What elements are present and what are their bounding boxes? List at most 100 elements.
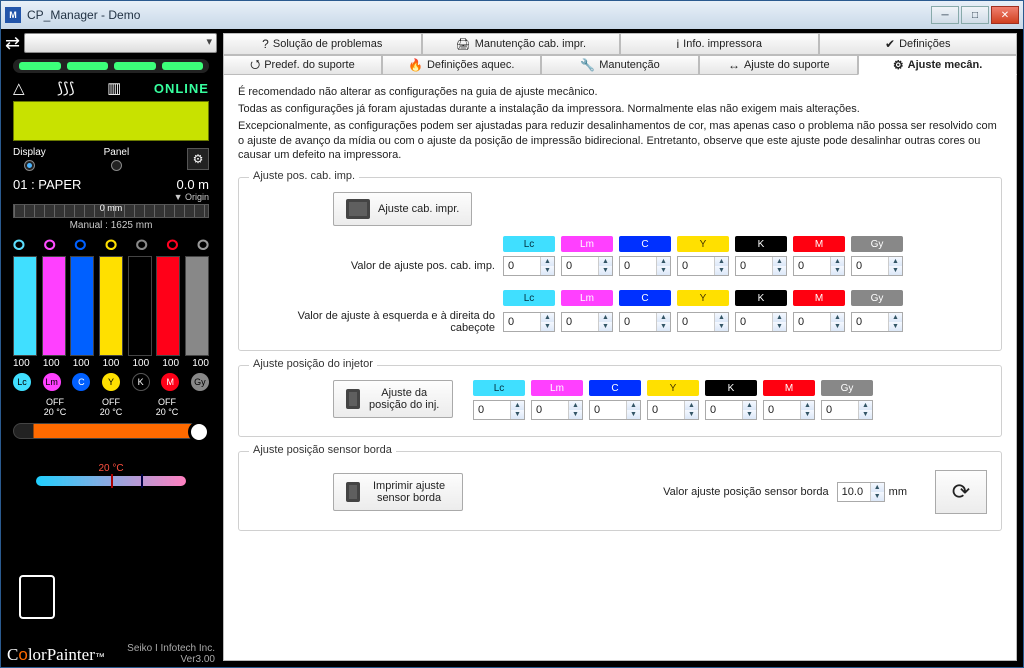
spin-down-icon[interactable]: ▼ bbox=[541, 266, 554, 275]
spin-up-icon[interactable]: ▲ bbox=[743, 401, 756, 410]
value-spinner[interactable]: 0▲▼ bbox=[735, 312, 787, 332]
minimize-button[interactable]: ─ bbox=[931, 6, 959, 24]
spin-down-icon[interactable]: ▼ bbox=[541, 322, 554, 331]
spin-down-icon[interactable]: ▼ bbox=[831, 266, 844, 275]
value-spinner[interactable]: 0▲▼ bbox=[677, 256, 729, 276]
spin-up-icon[interactable]: ▲ bbox=[831, 257, 844, 266]
printer-select[interactable] bbox=[24, 33, 217, 53]
sensor-value-spinner[interactable]: 10.0 ▲▼ bbox=[837, 482, 885, 502]
value-spinner[interactable]: 0▲▼ bbox=[851, 256, 903, 276]
display-radio[interactable] bbox=[24, 160, 35, 171]
tab-settings[interactable]: ✔Definições bbox=[819, 33, 1018, 55]
position-ruler[interactable]: 0 mm bbox=[13, 204, 209, 218]
spin-up-icon[interactable]: ▲ bbox=[715, 313, 728, 322]
subtab-media-preset[interactable]: ⭯Predef. do suporte bbox=[223, 55, 382, 75]
spinner-value: 0 bbox=[822, 401, 858, 419]
thermo-knob[interactable] bbox=[188, 421, 210, 443]
drop-icon: 🞇 bbox=[166, 237, 178, 254]
spin-up-icon[interactable]: ▲ bbox=[801, 401, 814, 410]
value-spinner[interactable]: 0▲▼ bbox=[561, 312, 613, 332]
tab-head-maintenance[interactable]: 🖨Manutenção cab. impr. bbox=[422, 33, 621, 55]
spin-down-icon[interactable]: ▼ bbox=[715, 266, 728, 275]
spin-up-icon[interactable]: ▲ bbox=[773, 313, 786, 322]
value-spinner[interactable]: 0▲▼ bbox=[793, 312, 845, 332]
close-button[interactable]: ✕ bbox=[991, 6, 1019, 24]
value-spinner[interactable]: 0▲▼ bbox=[503, 256, 555, 276]
spin-up-icon[interactable]: ▲ bbox=[831, 313, 844, 322]
arrows-icon: ↔ bbox=[728, 58, 740, 72]
window-title: CP_Manager - Demo bbox=[27, 8, 140, 22]
spin-up-icon[interactable]: ▲ bbox=[569, 401, 582, 410]
spin-down-icon[interactable]: ▼ bbox=[657, 266, 670, 275]
spin-up-icon[interactable]: ▲ bbox=[871, 483, 884, 492]
display-label: Display bbox=[13, 147, 46, 158]
spin-down-icon[interactable]: ▼ bbox=[871, 492, 884, 501]
spin-up-icon[interactable]: ▲ bbox=[511, 401, 524, 410]
value-spinner[interactable]: 0▲▼ bbox=[821, 400, 873, 420]
spin-down-icon[interactable]: ▼ bbox=[743, 410, 756, 419]
value-spinner[interactable]: 0▲▼ bbox=[589, 400, 641, 420]
spin-up-icon[interactable]: ▲ bbox=[773, 257, 786, 266]
apply-button[interactable]: ⟳ bbox=[935, 470, 987, 514]
color-header: K bbox=[735, 290, 787, 306]
subtab-maintenance[interactable]: 🔧Manutenção bbox=[541, 55, 700, 75]
subtab-mech-adjust[interactable]: ⚙Ajuste mecân. bbox=[858, 55, 1017, 75]
value-spinner[interactable]: 0▲▼ bbox=[647, 400, 699, 420]
spin-down-icon[interactable]: ▼ bbox=[773, 266, 786, 275]
button-label: Ajuste da posição do inj. bbox=[368, 387, 440, 411]
spin-down-icon[interactable]: ▼ bbox=[657, 322, 670, 331]
spin-up-icon[interactable]: ▲ bbox=[859, 401, 872, 410]
spin-down-icon[interactable]: ▼ bbox=[569, 410, 582, 419]
value-spinner[interactable]: 0▲▼ bbox=[561, 256, 613, 276]
value-spinner[interactable]: 0▲▼ bbox=[735, 256, 787, 276]
settings-gear-button[interactable]: ⚙ bbox=[187, 148, 209, 170]
color-header: Gy bbox=[851, 290, 903, 306]
spin-down-icon[interactable]: ▼ bbox=[599, 322, 612, 331]
spin-up-icon[interactable]: ▲ bbox=[657, 257, 670, 266]
spin-down-icon[interactable]: ▼ bbox=[627, 410, 640, 419]
spinner-value: 0 bbox=[620, 313, 656, 331]
panel-radio[interactable] bbox=[111, 160, 122, 171]
spin-down-icon[interactable]: ▼ bbox=[889, 266, 902, 275]
spinner-value: 0 bbox=[504, 257, 540, 275]
value-spinner[interactable]: 0▲▼ bbox=[793, 256, 845, 276]
spin-up-icon[interactable]: ▲ bbox=[889, 257, 902, 266]
spin-up-icon[interactable]: ▲ bbox=[627, 401, 640, 410]
dryer-slider[interactable] bbox=[36, 476, 186, 486]
spin-down-icon[interactable]: ▼ bbox=[801, 410, 814, 419]
print-sensor-adjust-button[interactable]: Imprimir ajuste sensor borda bbox=[333, 473, 463, 511]
spin-up-icon[interactable]: ▲ bbox=[541, 257, 554, 266]
spin-down-icon[interactable]: ▼ bbox=[599, 266, 612, 275]
spin-up-icon[interactable]: ▲ bbox=[657, 313, 670, 322]
spin-up-icon[interactable]: ▲ bbox=[685, 401, 698, 410]
spin-up-icon[interactable]: ▲ bbox=[541, 313, 554, 322]
value-spinner[interactable]: 0▲▼ bbox=[851, 312, 903, 332]
value-spinner[interactable]: 0▲▼ bbox=[619, 312, 671, 332]
spin-down-icon[interactable]: ▼ bbox=[859, 410, 872, 419]
ink-level-row: 100 100 100 100 100 100 100 bbox=[13, 358, 209, 369]
maximize-button[interactable]: □ bbox=[961, 6, 989, 24]
spin-up-icon[interactable]: ▲ bbox=[715, 257, 728, 266]
spin-down-icon[interactable]: ▼ bbox=[511, 410, 524, 419]
spin-down-icon[interactable]: ▼ bbox=[773, 322, 786, 331]
head-adjust-button[interactable]: Ajuste cab. impr. bbox=[333, 192, 472, 226]
spin-down-icon[interactable]: ▼ bbox=[889, 322, 902, 331]
injector-adjust-button[interactable]: Ajuste da posição do inj. bbox=[333, 380, 453, 418]
spin-up-icon[interactable]: ▲ bbox=[889, 313, 902, 322]
spin-up-icon[interactable]: ▲ bbox=[599, 257, 612, 266]
value-spinner[interactable]: 0▲▼ bbox=[531, 400, 583, 420]
tab-troubleshoot[interactable]: ?Solução de problemas bbox=[223, 33, 422, 55]
subtab-media-adjust[interactable]: ↔Ajuste do suporte bbox=[699, 55, 858, 75]
value-spinner[interactable]: 0▲▼ bbox=[677, 312, 729, 332]
tab-printer-info[interactable]: iInfo. impressora bbox=[620, 33, 819, 55]
value-spinner[interactable]: 0▲▼ bbox=[473, 400, 525, 420]
value-spinner[interactable]: 0▲▼ bbox=[763, 400, 815, 420]
value-spinner[interactable]: 0▲▼ bbox=[503, 312, 555, 332]
value-spinner[interactable]: 0▲▼ bbox=[705, 400, 757, 420]
spin-down-icon[interactable]: ▼ bbox=[831, 322, 844, 331]
spin-down-icon[interactable]: ▼ bbox=[685, 410, 698, 419]
spin-up-icon[interactable]: ▲ bbox=[599, 313, 612, 322]
spin-down-icon[interactable]: ▼ bbox=[715, 322, 728, 331]
value-spinner[interactable]: 0▲▼ bbox=[619, 256, 671, 276]
subtab-heater-settings[interactable]: 🔥Definições aquec. bbox=[382, 55, 541, 75]
